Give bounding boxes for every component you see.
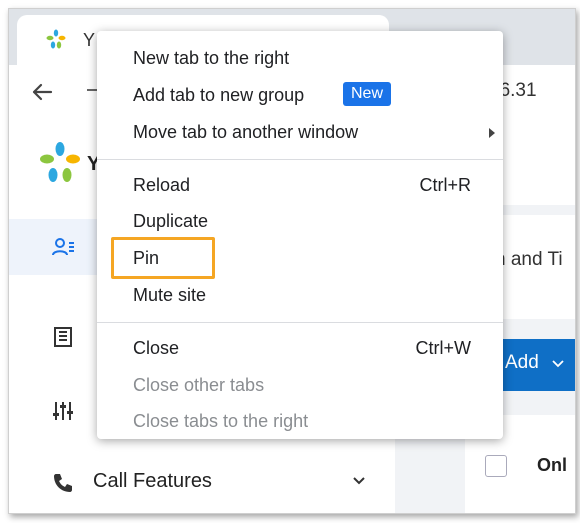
menu-item-add-tab-to-group[interactable]: Add tab to new group New: [97, 78, 503, 114]
menu-item-label: Move tab to another window: [133, 122, 359, 142]
back-arrow-icon[interactable]: [27, 77, 57, 107]
yeastar-logo-icon: [40, 142, 80, 182]
sidebar-item-call-features[interactable]: Call Features: [9, 455, 395, 511]
table-header-status: Onl: [537, 455, 567, 475]
pin-highlight-box: [111, 237, 215, 279]
menu-item-label: New tab to the right: [133, 48, 290, 68]
sidebar-item-label: Call Features: [93, 470, 212, 492]
menu-item-label: Duplicate: [133, 211, 209, 231]
call-features-icon: [54, 474, 72, 492]
add-button[interactable]: Add: [497, 339, 575, 391]
menu-item-close-other-tabs: Close other tabs: [97, 368, 503, 404]
extensions-icon: [54, 327, 72, 347]
chevron-down-icon: [552, 360, 564, 368]
menu-item-label: Close tabs to the right: [133, 411, 309, 431]
menu-shortcut: Ctrl+R: [419, 175, 471, 195]
menu-item-mute-site[interactable]: Mute site: [97, 278, 503, 314]
menu-item-new-tab-right[interactable]: New tab to the right: [97, 41, 503, 77]
menu-item-label: Close: [133, 338, 180, 358]
menu-divider: [97, 159, 503, 160]
contacts-icon: [52, 238, 74, 256]
add-button-label: Add: [505, 352, 539, 373]
menu-item-label: Add tab to new group: [133, 85, 305, 105]
menu-item-label: Close other tabs: [133, 375, 265, 395]
section-title: n and Ti: [495, 249, 563, 270]
settings-sliders-icon: [53, 402, 73, 420]
menu-item-reload[interactable]: Reload Ctrl+R: [97, 168, 503, 204]
menu-shortcut: Ctrl+W: [415, 338, 472, 358]
menu-item-duplicate[interactable]: Duplicate: [97, 204, 503, 240]
tab-title: Y: [83, 30, 96, 50]
select-all-checkbox[interactable]: [485, 455, 507, 477]
menu-item-close[interactable]: Close Ctrl+W: [97, 331, 503, 367]
screenshot: Y 56.31 Y Call Features n and Ti Add Onl…: [8, 8, 576, 514]
menu-divider: [97, 322, 503, 323]
menu-item-label: Mute site: [133, 285, 207, 305]
tab-context-menu: New tab to the right Add tab to new grou…: [97, 31, 503, 439]
menu-item-close-tabs-right: Close tabs to the right: [97, 404, 503, 440]
new-badge: New: [343, 82, 392, 106]
menu-item-label: Reload: [133, 175, 191, 195]
chevron-down-icon[interactable]: [351, 473, 367, 489]
submenu-arrow-icon: [489, 128, 495, 138]
yeastar-favicon-icon: [46, 29, 66, 49]
menu-item-move-tab[interactable]: Move tab to another window: [97, 115, 503, 151]
